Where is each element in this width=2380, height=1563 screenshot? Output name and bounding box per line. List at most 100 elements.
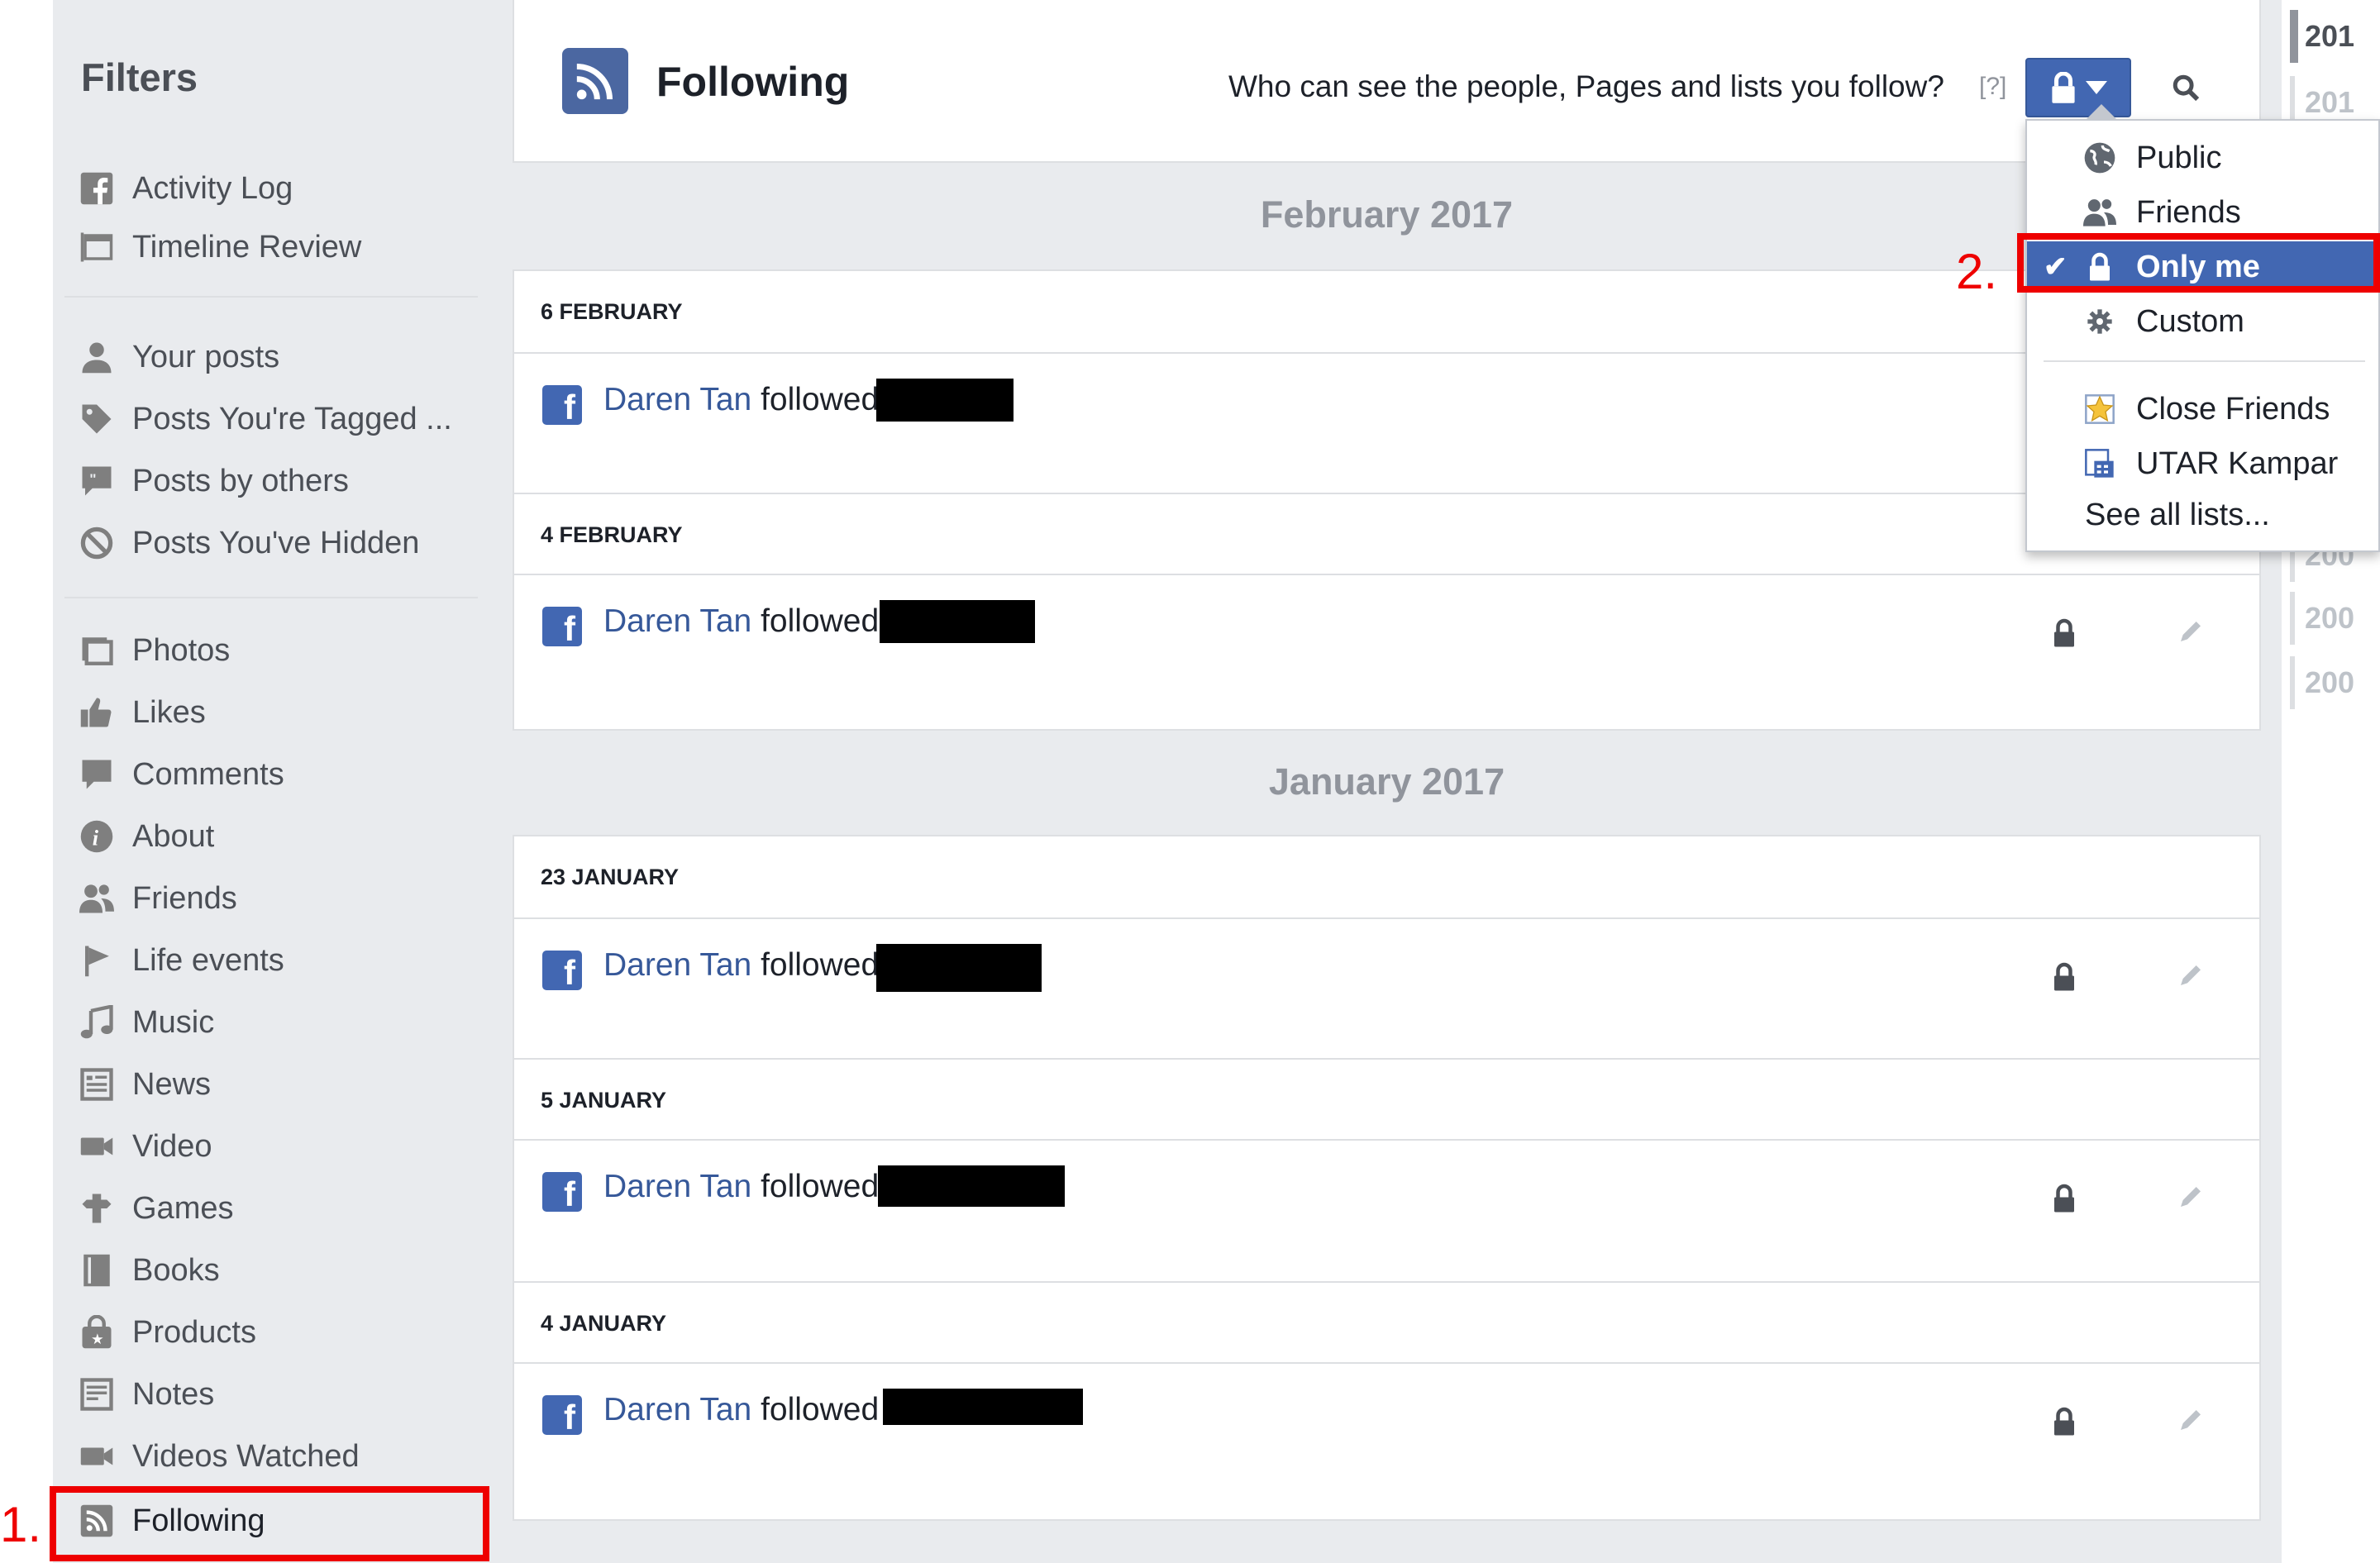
activity-entry: f Daren Tan followed	[514, 921, 2259, 1060]
game-piece-icon	[78, 1189, 116, 1227]
sidebar-item-photos[interactable]: Photos	[78, 626, 230, 675]
pencil-icon[interactable]	[2177, 1407, 2204, 1433]
sidebar-item-label: Friends	[132, 880, 237, 916]
sidebar-item-products[interactable]: ★ Products	[78, 1308, 256, 1357]
sidebar-item-posts-by-others[interactable]: " Posts by others	[78, 456, 349, 506]
following-main: Following Who can see the people, Pages …	[513, 0, 2261, 1563]
privacy-option-custom[interactable]: Custom	[2027, 296, 2380, 347]
sidebar-item-your-posts[interactable]: Your posts	[78, 332, 279, 382]
speech-bubble-icon: "	[78, 462, 116, 500]
user-link[interactable]: Daren Tan	[603, 603, 751, 639]
entry-text: Daren Tan followed	[603, 382, 879, 418]
sidebar-item-label: Activity Log	[132, 170, 293, 206]
dropdown-caret	[2085, 104, 2118, 121]
timeline-review-icon	[78, 228, 116, 266]
date-label: 4 FEBRUARY	[541, 522, 683, 547]
sidebar-item-label: Comments	[132, 756, 284, 792]
action-text: followed	[761, 947, 880, 983]
video-camera-icon	[78, 1127, 116, 1165]
following-header: Following Who can see the people, Pages …	[513, 0, 2261, 163]
entry-text: Daren Tan followed	[603, 1392, 879, 1428]
user-link[interactable]: Daren Tan	[603, 947, 751, 983]
left-margin	[0, 0, 53, 1563]
activity-entry: f Daren Tan followed	[514, 355, 2259, 494]
annotation-box-following	[50, 1486, 489, 1561]
date-row: 5 JANUARY	[514, 1058, 2259, 1141]
sidebar-item-videos-watched[interactable]: Videos Watched	[78, 1432, 360, 1481]
sidebar-item-news[interactable]: News	[78, 1060, 211, 1109]
sidebar-item-label: Photos	[132, 632, 231, 668]
list-option-close-friends[interactable]: Close Friends	[2027, 384, 2380, 435]
sidebar-item-comments[interactable]: Comments	[78, 750, 284, 799]
sidebar-item-likes[interactable]: Likes	[78, 688, 206, 737]
redaction-bar	[876, 379, 1014, 422]
redaction-bar	[876, 944, 1042, 992]
sidebar-item-about[interactable]: i About	[78, 812, 214, 861]
lock-icon[interactable]	[2052, 962, 2077, 992]
sidebar-item-games[interactable]: Games	[78, 1184, 233, 1233]
redaction-bar	[880, 600, 1035, 643]
list-option-utar-kampar[interactable]: UTAR Kampar	[2027, 438, 2380, 489]
user-link[interactable]: Daren Tan	[603, 382, 751, 417]
lock-icon[interactable]	[2052, 618, 2077, 648]
sidebar-item-label: Products	[132, 1314, 256, 1350]
year-link[interactable]: 200	[2290, 592, 2380, 645]
activity-entry: f Daren Tan followed	[514, 577, 2259, 716]
sidebar-item-label: Videos Watched	[132, 1438, 360, 1474]
info-icon: i	[78, 817, 116, 855]
thumbs-up-icon	[78, 693, 116, 731]
video-camera-icon	[78, 1437, 116, 1475]
annotation-box-only-me	[2017, 233, 2380, 293]
sidebar-item-activity-log[interactable]: Activity Log	[78, 164, 293, 213]
sidebar-item-books[interactable]: Books	[78, 1246, 220, 1295]
sidebar-divider	[64, 597, 478, 598]
see-all-lists-link[interactable]: See all lists...	[2027, 489, 2380, 541]
sidebar-item-posts-hidden[interactable]: Posts You've Hidden	[78, 518, 419, 568]
photos-icon	[78, 631, 116, 670]
sidebar-item-label: Likes	[132, 694, 206, 730]
entry-text: Daren Tan followed	[603, 947, 879, 984]
facebook-icon: f	[542, 1395, 582, 1435]
user-link[interactable]: Daren Tan	[603, 1392, 751, 1427]
pencil-icon[interactable]	[2177, 618, 2204, 645]
lock-icon[interactable]	[2052, 1407, 2077, 1437]
sidebar-item-video[interactable]: Video	[78, 1122, 212, 1171]
date-row: 23 JANUARY	[514, 836, 2259, 919]
dropdown-divider	[2044, 360, 2365, 362]
music-note-icon	[78, 1003, 116, 1041]
date-row: 4 JANUARY	[514, 1281, 2259, 1364]
date-label: 5 JANUARY	[541, 1088, 667, 1113]
option-label: Close Friends	[2136, 391, 2330, 426]
lock-icon[interactable]	[2052, 1184, 2077, 1213]
help-link[interactable]: [?]	[1979, 73, 2006, 101]
sidebar-item-label: Your posts	[132, 339, 280, 374]
svg-text:★: ★	[91, 1331, 104, 1347]
sidebar-item-music[interactable]: Music	[78, 998, 214, 1047]
sidebar-item-timeline-review[interactable]: Timeline Review	[78, 222, 361, 272]
search-button[interactable]	[2144, 58, 2227, 117]
lock-icon	[2052, 72, 2075, 103]
shopping-bag-icon: ★	[78, 1313, 116, 1351]
sidebar-item-label: News	[132, 1066, 212, 1102]
pencil-icon[interactable]	[2177, 1184, 2204, 1210]
sidebar-item-notes[interactable]: Notes	[78, 1370, 214, 1419]
year-link[interactable]: 200	[2290, 656, 2380, 709]
facebook-icon: f	[542, 1172, 582, 1212]
facebook-icon: f	[542, 385, 582, 425]
privacy-option-public[interactable]: Public	[2027, 132, 2380, 183]
search-icon	[2173, 74, 2200, 102]
sidebar-item-label: Notes	[132, 1376, 215, 1412]
sidebar-item-posts-tagged[interactable]: Posts You're Tagged ...	[78, 394, 452, 444]
sidebar-item-friends[interactable]: Friends	[78, 874, 237, 923]
user-link[interactable]: Daren Tan	[603, 1169, 751, 1204]
year-link[interactable]: 201	[2290, 10, 2380, 63]
friends-icon	[2083, 196, 2116, 229]
month-card: 23 JANUARY f Daren Tan followed 5 JANUAR…	[513, 835, 2261, 1521]
pencil-icon[interactable]	[2177, 962, 2204, 989]
sidebar-item-life-events[interactable]: Life events	[78, 936, 284, 985]
star-icon	[2083, 393, 2116, 426]
gear-icon	[2083, 305, 2116, 338]
privacy-option-friends[interactable]: Friends	[2027, 187, 2380, 238]
rss-icon	[562, 48, 628, 114]
sidebar-divider	[64, 296, 478, 298]
